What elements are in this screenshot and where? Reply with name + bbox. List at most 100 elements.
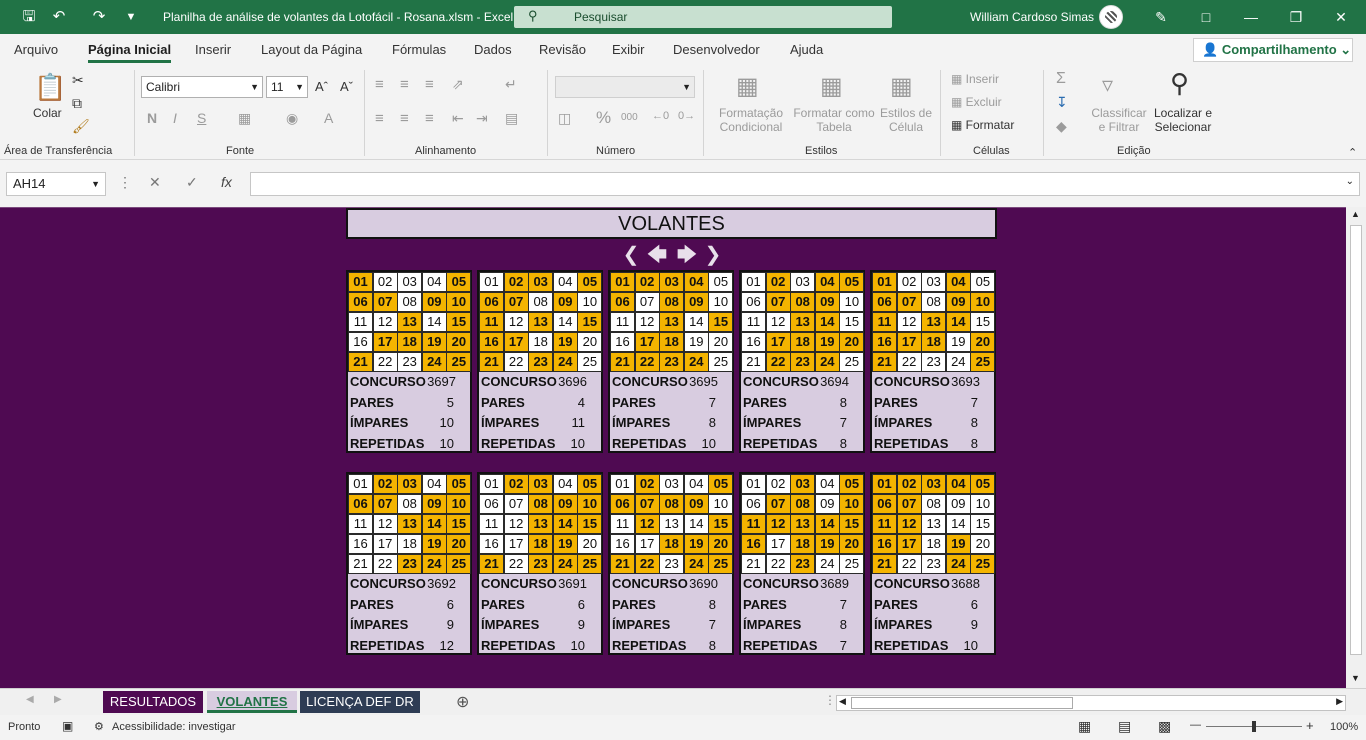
stat-value[interactable]: 7 [971, 395, 978, 410]
vertical-scroll-thumb[interactable] [1350, 225, 1362, 655]
number-cell[interactable]: 03 [659, 474, 685, 494]
stat-value[interactable]: 3691 [558, 576, 587, 591]
number-cell[interactable]: 09 [552, 292, 578, 312]
grow-font-icon[interactable]: Aˆ [315, 79, 328, 94]
number-cell[interactable]: 01 [610, 272, 635, 292]
number-cell[interactable]: 17 [503, 534, 529, 554]
number-cell[interactable]: 21 [872, 554, 897, 574]
number-cell[interactable]: 19 [552, 332, 578, 352]
number-cell[interactable]: 25 [577, 352, 603, 372]
number-cell[interactable]: 21 [348, 554, 373, 574]
name-box[interactable]: AH14 ▼ [6, 172, 106, 196]
conditional-format-icon[interactable]: ▦ [736, 72, 759, 101]
number-cell[interactable]: 17 [634, 332, 660, 352]
accounting-icon[interactable]: ◫ [558, 110, 571, 127]
fill-icon[interactable]: ↧ [1056, 94, 1068, 111]
stat-value[interactable]: 7 [840, 415, 847, 430]
stat-value[interactable]: 10 [440, 436, 454, 451]
delete-cells-button[interactable]: ▦ Excluir [951, 95, 1002, 109]
percent-icon[interactable]: % [596, 108, 611, 128]
number-cell[interactable]: 03 [397, 474, 423, 494]
horizontal-scroll-thumb[interactable] [851, 697, 1073, 709]
number-cell[interactable]: 15 [446, 514, 472, 534]
number-cell[interactable]: 22 [765, 554, 791, 574]
last-arrow-icon[interactable]: ❯ [702, 244, 724, 266]
number-cell[interactable]: 02 [372, 272, 398, 292]
number-cell[interactable]: 15 [970, 312, 996, 332]
number-cell[interactable]: 19 [683, 534, 709, 554]
number-cell[interactable]: 04 [421, 474, 447, 494]
number-cell[interactable]: 04 [945, 272, 971, 292]
number-cell[interactable]: 24 [552, 554, 578, 574]
number-cell[interactable]: 15 [839, 514, 865, 534]
close-button[interactable]: ✕ [1326, 6, 1356, 28]
number-cell[interactable]: 07 [503, 292, 529, 312]
number-cell[interactable]: 13 [397, 514, 423, 534]
number-cell[interactable]: 11 [610, 514, 635, 534]
zoom-out-icon[interactable]: — [1190, 719, 1201, 731]
paste-icon[interactable]: 📋 [34, 72, 66, 103]
align-right-icon[interactable]: ≡ [425, 110, 434, 127]
number-cell[interactable]: 15 [970, 514, 996, 534]
number-cell[interactable]: 24 [683, 352, 709, 372]
number-cell[interactable]: 13 [659, 312, 685, 332]
number-cell[interactable]: 24 [552, 352, 578, 372]
stat-value[interactable]: 9 [578, 617, 585, 632]
number-cell[interactable]: 04 [683, 272, 709, 292]
number-cell[interactable]: 14 [421, 312, 447, 332]
number-cell[interactable]: 12 [896, 312, 922, 332]
number-cell[interactable]: 25 [446, 554, 472, 574]
stat-value[interactable]: 7 [709, 617, 716, 632]
stat-value[interactable]: 3688 [951, 576, 980, 591]
prev-arrow-icon[interactable]: 🡄 [646, 244, 668, 266]
number-cell[interactable]: 20 [577, 534, 603, 554]
number-cell[interactable]: 08 [659, 292, 685, 312]
stat-value[interactable]: 3695 [689, 374, 718, 389]
stat-value[interactable]: 10 [571, 436, 585, 451]
number-cell[interactable]: 13 [790, 514, 816, 534]
align-middle-icon[interactable]: ≡ [400, 76, 409, 93]
number-cell[interactable]: 19 [552, 534, 578, 554]
sort-filter-icon[interactable]: ▿ [1102, 72, 1113, 98]
number-cell[interactable]: 23 [921, 352, 947, 372]
number-cell[interactable]: 06 [610, 292, 635, 312]
number-cell[interactable]: 22 [372, 554, 398, 574]
number-cell[interactable]: 16 [348, 332, 373, 352]
number-cell[interactable]: 20 [970, 534, 996, 554]
find-select-button[interactable]: Localizar e Selecionar [1150, 106, 1216, 134]
formula-input[interactable]: ⌄ [250, 172, 1360, 196]
number-cell[interactable]: 19 [421, 332, 447, 352]
stat-value[interactable]: 8 [709, 638, 716, 653]
number-cell[interactable]: 15 [446, 312, 472, 332]
stat-value[interactable]: 7 [840, 638, 847, 653]
number-cell[interactable]: 09 [552, 494, 578, 514]
number-cell[interactable]: 14 [552, 312, 578, 332]
number-cell[interactable]: 23 [528, 554, 554, 574]
copy-icon[interactable]: ⧉ [72, 95, 82, 112]
number-cell[interactable]: 21 [348, 352, 373, 372]
number-cell[interactable]: 21 [741, 554, 766, 574]
stat-value[interactable]: 3690 [689, 576, 718, 591]
number-cell[interactable]: 20 [970, 332, 996, 352]
number-cell[interactable]: 04 [552, 474, 578, 494]
sheet-tab-resultados[interactable]: RESULTADOS [103, 691, 203, 713]
sheet-tab-volantes[interactable]: VOLANTES [207, 691, 297, 713]
number-cell[interactable]: 15 [839, 312, 865, 332]
normal-view-icon[interactable]: ▦ [1078, 718, 1091, 735]
number-cell[interactable]: 11 [872, 514, 897, 534]
number-cell[interactable]: 12 [896, 514, 922, 534]
cancel-entry-icon[interactable]: ✕ [149, 174, 161, 191]
number-cell[interactable]: 16 [610, 332, 635, 352]
sort-filter-button[interactable]: Classificar e Filtrar [1090, 106, 1148, 134]
number-cell[interactable]: 03 [397, 272, 423, 292]
number-cell[interactable]: 20 [839, 332, 865, 352]
stat-value[interactable]: 8 [971, 415, 978, 430]
stat-value[interactable]: 8 [709, 597, 716, 612]
number-cell[interactable]: 11 [479, 514, 504, 534]
number-cell[interactable]: 12 [634, 312, 660, 332]
number-cell[interactable]: 24 [945, 554, 971, 574]
tab-revisao[interactable]: Revisão [539, 42, 586, 57]
search-box[interactable]: ⚲ Pesquisar [514, 6, 892, 28]
stat-value[interactable]: 3689 [820, 576, 849, 591]
number-cell[interactable]: 18 [397, 534, 423, 554]
